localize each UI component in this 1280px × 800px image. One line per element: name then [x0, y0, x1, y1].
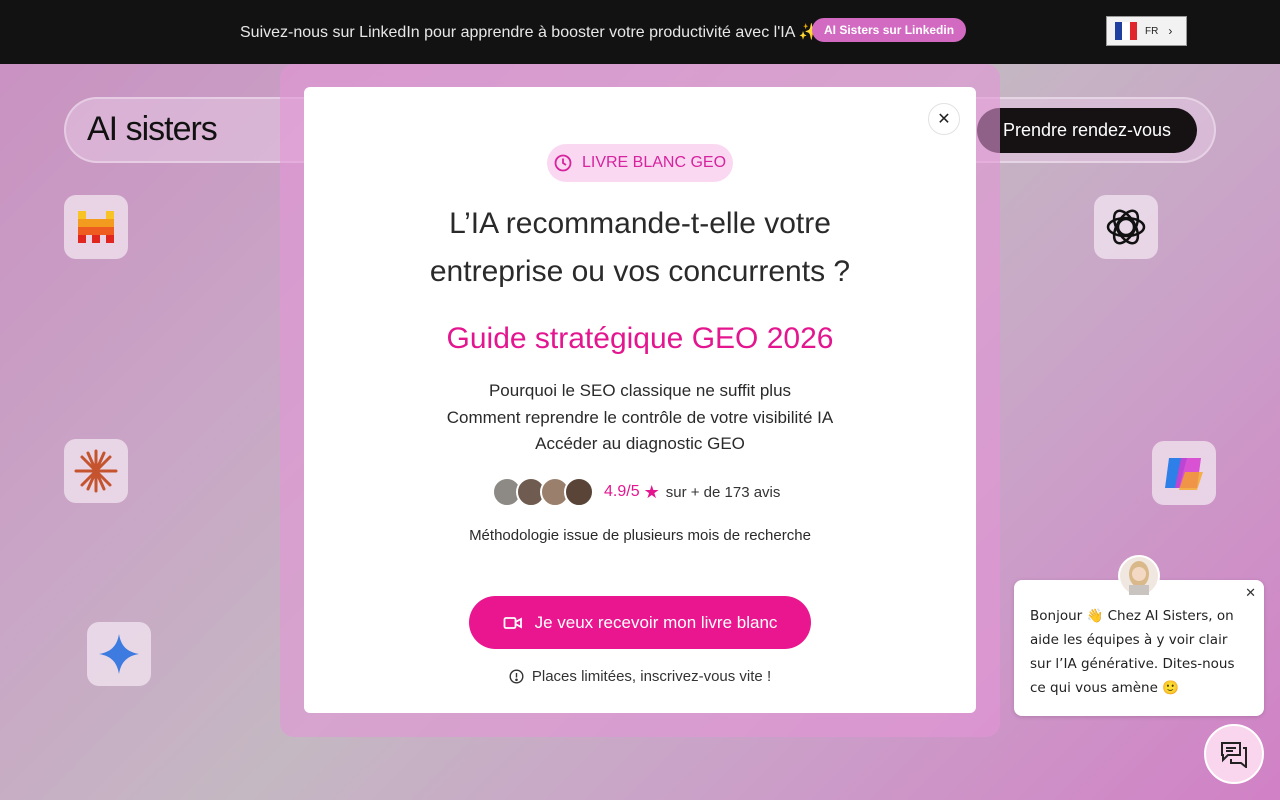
chat-launcher-button[interactable] [1204, 724, 1264, 784]
clock-icon [554, 154, 572, 172]
site-logo[interactable]: AI sisters [87, 110, 218, 149]
openai-logo-icon [1094, 195, 1158, 259]
avatar [564, 477, 594, 507]
france-flag-icon [1115, 22, 1137, 40]
star-icon: ★ [643, 481, 660, 502]
chat-agent-avatar [1118, 555, 1160, 597]
language-selector[interactable]: FR › [1106, 16, 1187, 46]
cta-label: Je veux recevoir mon livre blanc [534, 612, 778, 632]
modal-benefits: Pourquoi le SEO classique ne suffit plus… [380, 378, 900, 458]
benefit-item: Accéder au diagnostic GEO [535, 434, 745, 453]
chat-close-icon[interactable]: ✕ [1245, 585, 1256, 601]
close-icon: ✕ [937, 111, 951, 128]
rating-score: 4.9/5 [604, 483, 640, 500]
announcement-bar: Suivez-nous sur LinkedIn pour apprendre … [0, 0, 1280, 64]
modal-title-line: L’IA recommande-t-elle votre [449, 207, 831, 240]
chat-message-card[interactable]: ✕ Bonjour 👋 Chez AI Sisters, on aide les… [1014, 580, 1264, 716]
benefit-item: Pourquoi le SEO classique ne suffit plus [488, 381, 792, 400]
linkedin-button[interactable]: AI Sisters sur Linkedin [812, 18, 967, 42]
claude-logo-icon [64, 439, 128, 503]
mistral-logo-icon [64, 195, 128, 259]
modal-close-button[interactable]: ✕ [928, 103, 960, 135]
modal-title: L’IA recommande-t-elle votre entreprise … [380, 200, 900, 296]
video-camera-icon [503, 616, 522, 629]
gemini-logo-icon [87, 622, 151, 686]
copilot-logo-icon [1152, 441, 1216, 505]
chat-message: Bonjour 👋 Chez AI Sisters, on aide les é… [1030, 608, 1235, 696]
modal-subtitle: Guide stratégique GEO 2026 [446, 322, 834, 355]
whitepaper-badge: LIVRE BLANC GEO [547, 144, 733, 182]
rating-row: 4.9/5 ★ sur + de 173 avis [492, 476, 780, 508]
receive-whitepaper-button[interactable]: Je veux recevoir mon livre blanc [469, 596, 811, 649]
badge-label: LIVRE BLANC GEO [581, 154, 727, 171]
chat-bubble-icon [1221, 742, 1247, 768]
rating-count: sur + de 173 avis [665, 483, 781, 501]
limited-text: Places limitées, inscrivez-vous vite ! [531, 668, 772, 685]
language-code: FR [1145, 25, 1159, 37]
book-appointment-button[interactable]: Prendre rendez-vous [977, 108, 1197, 153]
reviewer-avatars [492, 477, 594, 507]
limited-notice: Places limitées, inscrivez-vous vite ! [380, 668, 900, 685]
chevron-right-icon: › [1168, 24, 1173, 38]
announcement-text: Suivez-nous sur LinkedIn pour apprendre … [240, 24, 828, 41]
methodology-text: Méthodologie issue de plusieurs mois de … [469, 527, 811, 544]
info-icon [509, 669, 524, 684]
benefit-item: Comment reprendre le contrôle de votre v… [446, 407, 834, 427]
modal-title-line: entreprise ou vos concurrents ? [429, 255, 851, 288]
